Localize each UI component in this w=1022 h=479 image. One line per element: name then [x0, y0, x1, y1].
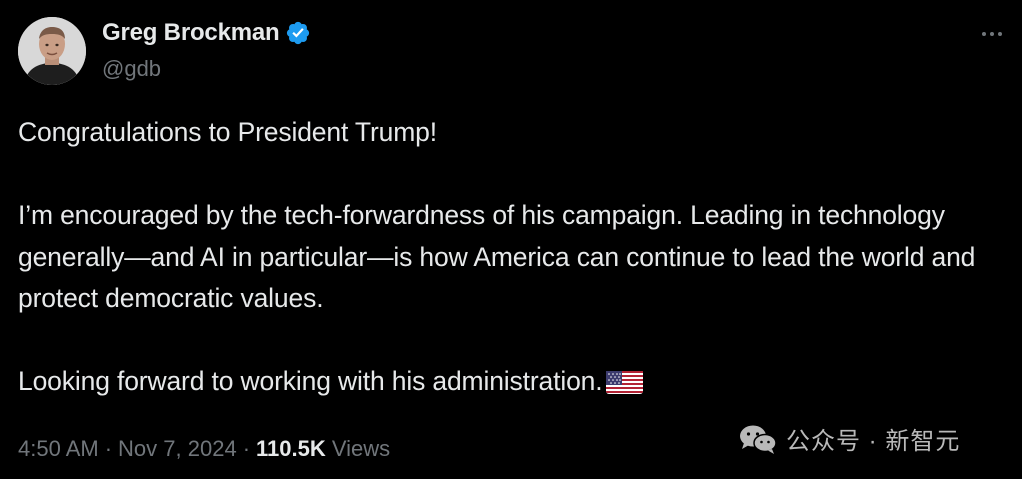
- tweet-time[interactable]: 4:50 AM: [18, 436, 99, 461]
- tweet-paragraph: I’m encouraged by the tech-forwardness o…: [18, 200, 976, 313]
- tweet-date[interactable]: Nov 7, 2024: [118, 436, 237, 461]
- author-handle[interactable]: @gdb: [102, 56, 161, 82]
- more-dot: [998, 32, 1002, 36]
- tweet-paragraph: Looking forward to working with his admi…: [18, 366, 603, 396]
- avatar-image: [18, 17, 86, 85]
- tweet-text: Congratulations to President Trump! I’m …: [18, 112, 1013, 403]
- tweet-card: Greg Brockman @gdb Congratulations to Pr…: [0, 0, 1022, 479]
- author-display-name[interactable]: Greg Brockman: [102, 19, 280, 47]
- meta-separator: ·: [242, 436, 251, 461]
- author-name-row: Greg Brockman: [102, 19, 311, 47]
- more-options-icon[interactable]: [976, 22, 1008, 46]
- more-dot: [982, 32, 986, 36]
- verified-badge-icon[interactable]: [285, 20, 311, 46]
- wechat-icon: [740, 425, 777, 454]
- views-count[interactable]: 110.5K: [256, 436, 326, 461]
- paragraph-spacer: [18, 320, 1013, 362]
- watermark: 公众号 · 新智元: [738, 421, 960, 456]
- tweet-paragraph: Congratulations to President Trump!: [18, 117, 437, 147]
- paragraph-spacer: [18, 154, 1013, 196]
- meta-separator: ·: [104, 436, 113, 461]
- more-dot: [990, 32, 994, 36]
- tweet-paragraph-last: Looking forward to working with his admi…: [18, 361, 1013, 403]
- avatar[interactable]: [18, 17, 86, 85]
- views-label: Views: [331, 436, 391, 461]
- tweet-meta: 4:50 AM · Nov 7, 2024 · 110.5K Views: [18, 436, 390, 462]
- us-flag-icon: [606, 368, 644, 394]
- watermark-text: 公众号 · 新智元: [786, 428, 961, 455]
